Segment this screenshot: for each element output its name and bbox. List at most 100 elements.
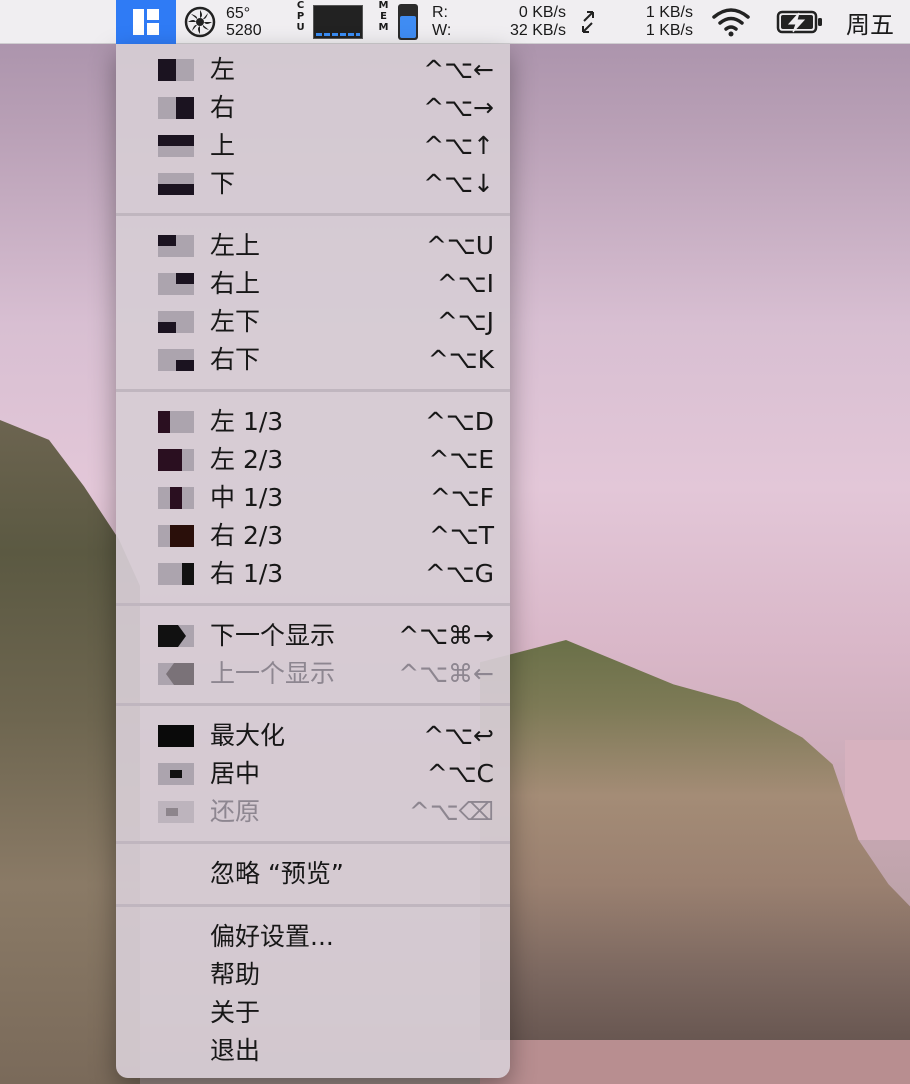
menu-item-shortcut: ^⌥K — [427, 345, 494, 374]
net-read-label: R: — [432, 4, 448, 21]
menu-item-shortcut: ^⌥← — [423, 55, 494, 84]
menu-item-label: 左下 — [210, 307, 261, 336]
menu-item-label: 偏好设置... — [210, 922, 334, 951]
menu-separator — [116, 389, 510, 392]
menu-item-center-third[interactable]: 中 1/3 ^⌥F — [116, 479, 510, 517]
menu-item-label: 左 1/3 — [210, 407, 284, 436]
menu-item-bottom-half[interactable]: 下 ^⌥↓ — [116, 165, 510, 203]
menu-item-shortcut: ^⌥F — [429, 483, 494, 512]
menu-item-shortcut: ^⌥⌘← — [398, 659, 494, 688]
menu-separator — [116, 904, 510, 907]
center-icon — [158, 763, 194, 785]
cpu-usage-bars — [316, 33, 360, 36]
menu-item-label: 关于 — [210, 998, 261, 1027]
fan-icon — [184, 6, 216, 38]
swap-arrows-icon — [578, 0, 598, 44]
left-third-icon — [158, 411, 194, 433]
menu-separator — [116, 841, 510, 844]
menu-item-ignore-app[interactable]: 忽略 “预览” — [116, 855, 510, 893]
wifi-icon[interactable] — [708, 0, 754, 44]
cpu-graph[interactable] — [313, 5, 363, 39]
menu-item-label: 帮助 — [210, 960, 261, 989]
menu-separator — [116, 703, 510, 706]
menu-item-label: 上一个显示 — [210, 659, 336, 688]
center-third-icon — [158, 487, 194, 509]
menu-item-label: 右下 — [210, 345, 261, 374]
menu-item-center[interactable]: 居中 ^⌥C — [116, 755, 510, 793]
battery-charging-icon[interactable] — [774, 0, 826, 44]
fan-speed-value: 5280 — [226, 22, 262, 39]
menu-item-label: 下 — [210, 169, 236, 198]
menu-item-bottom-left[interactable]: 左下 ^⌥J — [116, 303, 510, 341]
menu-item-left-two-thirds[interactable]: 左 2/3 ^⌥E — [116, 441, 510, 479]
mem-label: MEM — [376, 0, 390, 44]
menu-item-bottom-right[interactable]: 右下 ^⌥K — [116, 341, 510, 379]
menu-item-left-half[interactable]: 左 ^⌥← — [116, 51, 510, 89]
menu-item-restore: 还原 ^⌥⌫ — [116, 793, 510, 831]
cpu-label: CPU — [290, 0, 310, 44]
maximize-icon — [158, 725, 194, 747]
menu-item-quit[interactable]: 退出 — [116, 1032, 510, 1070]
menu-item-next-display[interactable]: 下一个显示 ^⌥⌘→ — [116, 617, 510, 655]
menu-item-label: 下一个显示 — [210, 621, 336, 650]
menu-item-about[interactable]: 关于 — [116, 994, 510, 1032]
menu-item-shortcut: ^⌥G — [424, 559, 494, 588]
bottom-left-icon — [158, 311, 194, 333]
menu-item-left-third[interactable]: 左 1/3 ^⌥D — [116, 403, 510, 441]
menu-item-previous-display: 上一个显示 ^⌥⌘← — [116, 655, 510, 693]
menu-item-shortcut: ^⌥J — [436, 307, 494, 336]
memory-gauge-fill — [400, 16, 416, 38]
restore-icon — [158, 801, 194, 823]
net-download-value: 1 KB/s — [645, 22, 693, 39]
menu-item-label: 退出 — [210, 1036, 261, 1065]
menu-item-shortcut: ^⌥↑ — [423, 131, 494, 160]
menu-item-label: 右 — [210, 93, 236, 122]
menu-item-shortcut: ^⌥↩ — [423, 721, 494, 750]
menu-item-right-two-thirds[interactable]: 右 2/3 ^⌥T — [116, 517, 510, 555]
menu-item-shortcut: ^⌥D — [424, 407, 494, 436]
menu-item-right-half[interactable]: 右 ^⌥→ — [116, 89, 510, 127]
top-left-icon — [158, 235, 194, 257]
previous-display-icon — [158, 663, 194, 685]
rectangle-layout-icon — [133, 9, 159, 35]
menu-item-top-half[interactable]: 上 ^⌥↑ — [116, 127, 510, 165]
network-widget[interactable]: R: W: 0 KB/s 32 KB/s — [432, 0, 572, 44]
top-half-icon — [158, 135, 194, 157]
menu-item-shortcut: ^⌥U — [425, 231, 494, 260]
wallpaper-cliff-right — [480, 640, 910, 1084]
menu-item-label: 右 1/3 — [210, 559, 284, 588]
memory-gauge[interactable] — [398, 4, 418, 40]
left-half-icon — [158, 59, 194, 81]
menu-item-shortcut: ^⌥→ — [423, 93, 494, 122]
menu-item-preferences[interactable]: 偏好设置... — [116, 918, 510, 956]
menu-item-shortcut: ^⌥⌘→ — [398, 621, 494, 650]
menu-item-top-right[interactable]: 右上 ^⌥I — [116, 265, 510, 303]
menu-item-shortcut: ^⌥↓ — [423, 169, 494, 198]
net-read-value: 0 KB/s — [518, 4, 566, 21]
menu-item-shortcut: ^⌥C — [426, 759, 494, 788]
menu-item-label: 还原 — [210, 797, 261, 826]
menu-item-label: 上 — [210, 131, 236, 160]
menu-item-label: 左 — [210, 55, 236, 84]
menu-separator — [116, 213, 510, 216]
menu-item-label: 居中 — [210, 759, 261, 788]
menubar-clock[interactable]: 周五 — [846, 0, 910, 44]
menu-item-label: 左 2/3 — [210, 445, 284, 474]
fan-temperature-widget[interactable]: 65° 5280 — [184, 0, 284, 44]
menu-item-label: 右 2/3 — [210, 521, 284, 550]
network-speed-widget[interactable]: 1 KB/s 1 KB/s — [604, 0, 696, 44]
menu-item-label: 忽略 “预览” — [210, 859, 344, 888]
menu-item-top-left[interactable]: 左上 ^⌥U — [116, 227, 510, 265]
net-write-value: 32 KB/s — [509, 22, 566, 39]
wallpaper-sea-right — [845, 740, 910, 840]
menu-item-maximize[interactable]: 最大化 ^⌥↩ — [116, 717, 510, 755]
menu-item-help[interactable]: 帮助 — [116, 956, 510, 994]
bottom-right-icon — [158, 349, 194, 371]
app-menu-button[interactable] — [116, 0, 176, 44]
net-upload-value: 1 KB/s — [645, 4, 693, 21]
rectangle-dropdown-menu: 左 ^⌥← 右 ^⌥→ 上 ^⌥↑ 下 ^⌥↓ 左上 ^⌥U 右上 ^⌥I 左下… — [116, 44, 510, 1078]
menu-item-right-third[interactable]: 右 1/3 ^⌥G — [116, 555, 510, 593]
menu-item-shortcut: ^⌥I — [436, 269, 494, 298]
right-half-icon — [158, 97, 194, 119]
top-right-icon — [158, 273, 194, 295]
